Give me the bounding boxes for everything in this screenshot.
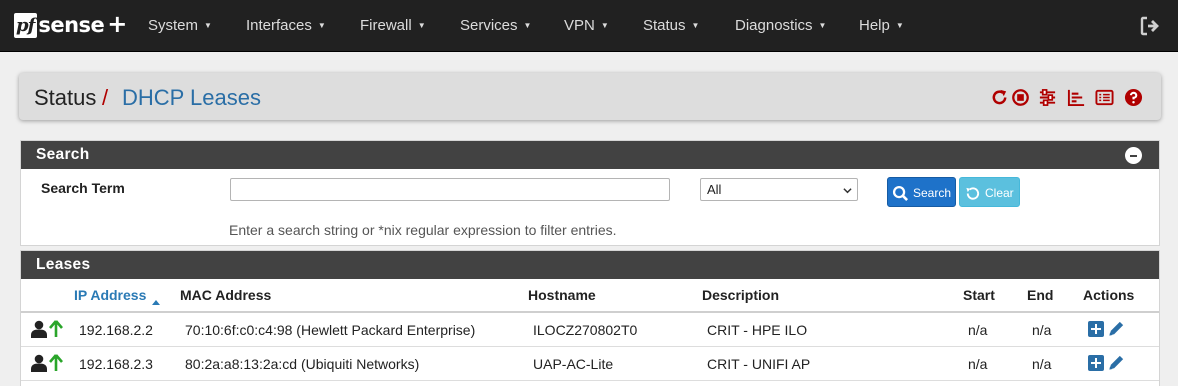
chart-icon[interactable] xyxy=(1067,88,1086,107)
page-title[interactable]: DHCP Leases xyxy=(122,85,261,111)
user-icon xyxy=(31,320,47,338)
column-header-actions: Actions xyxy=(1083,287,1135,303)
add-static-mapping-icon[interactable] xyxy=(1088,355,1104,371)
table-row: 192.168.2.2 70:10:6f:c0:c4:98 (Hewlett P… xyxy=(21,313,1159,347)
menu-vpn-label: VPN xyxy=(564,17,595,34)
lease-ip: 192.168.2.2 xyxy=(79,322,153,338)
menu-services-label: Services xyxy=(460,17,518,34)
menu-help-label: Help xyxy=(859,17,890,34)
column-header-start[interactable]: Start xyxy=(963,287,995,303)
undo-icon xyxy=(966,187,980,200)
lease-description: CRIT - UNIFI AP xyxy=(707,356,811,372)
edit-pencil-icon[interactable] xyxy=(1107,353,1126,372)
breadcrumb-separator: / xyxy=(102,85,109,110)
sort-ascending-icon xyxy=(152,300,160,305)
menu-interfaces[interactable]: Interfaces ▼ xyxy=(246,0,326,52)
logout-icon[interactable] xyxy=(1138,14,1162,38)
caret-down-icon: ▼ xyxy=(691,21,700,30)
search-input[interactable] xyxy=(230,178,670,201)
menu-firewall[interactable]: Firewall ▼ xyxy=(360,0,426,52)
search-button[interactable]: Search xyxy=(887,177,956,207)
row-divider xyxy=(21,380,1159,381)
search-button-label: Search xyxy=(913,186,952,200)
search-help-text: Enter a search string or *nix regular ex… xyxy=(229,222,617,238)
column-header-hostname[interactable]: Hostname xyxy=(528,287,596,303)
search-panel-title: Search xyxy=(36,146,90,163)
help-icon[interactable] xyxy=(1124,88,1143,107)
clear-button-label: Clear xyxy=(985,186,1014,200)
lease-hostname: ILOCZ270802T0 xyxy=(533,322,638,338)
filter-select-value: All xyxy=(707,182,722,197)
menu-status[interactable]: Status ▼ xyxy=(643,0,699,52)
menu-help[interactable]: Help ▼ xyxy=(859,0,904,52)
refresh-icon[interactable] xyxy=(990,88,1009,107)
lease-description: CRIT - HPE ILO xyxy=(707,322,808,338)
menu-diagnostics[interactable]: Diagnostics ▼ xyxy=(735,0,826,52)
menu-firewall-label: Firewall xyxy=(360,17,412,34)
leases-panel-header: Leases xyxy=(21,251,1159,279)
logo-pf-badge: pf xyxy=(14,12,38,38)
search-term-label: Search Term xyxy=(41,180,125,196)
table-row: 192.168.2.3 80:2a:a8:13:2a:cd (Ubiquiti … xyxy=(21,347,1159,381)
breadcrumb-section: Status xyxy=(34,85,97,110)
add-static-mapping-icon[interactable] xyxy=(1088,321,1104,337)
menu-services[interactable]: Services ▼ xyxy=(460,0,531,52)
collapse-icon[interactable] xyxy=(1125,147,1142,164)
column-header-mac[interactable]: MAC Address xyxy=(180,287,271,303)
caret-down-icon: ▼ xyxy=(818,21,827,30)
clear-button[interactable]: Clear xyxy=(959,177,1020,207)
caret-down-icon: ▼ xyxy=(317,21,326,30)
menu-system[interactable]: System ▼ xyxy=(148,0,212,52)
lease-start: n/a xyxy=(968,356,988,372)
logo-plus-text: + xyxy=(107,10,128,38)
search-icon xyxy=(892,185,909,202)
settings-sliders-icon[interactable] xyxy=(1038,88,1057,107)
log-list-icon[interactable] xyxy=(1095,88,1114,107)
chevron-down-icon xyxy=(843,188,852,194)
menu-interfaces-label: Interfaces xyxy=(246,17,312,34)
caret-down-icon: ▼ xyxy=(417,21,426,30)
caret-down-icon: ▼ xyxy=(204,21,212,30)
lease-start: n/a xyxy=(968,322,988,338)
column-header-description[interactable]: Description xyxy=(702,287,779,303)
breadcrumb: Status / DHCP Leases xyxy=(19,73,1161,120)
menu-status-label: Status xyxy=(643,17,686,34)
leases-panel-title: Leases xyxy=(36,256,91,273)
online-arrow-up-icon xyxy=(49,320,63,337)
caret-down-icon: ▼ xyxy=(523,21,532,30)
caret-down-icon: ▼ xyxy=(600,21,609,30)
pfsense-logo[interactable]: pf sense + xyxy=(14,10,128,39)
menu-diagnostics-label: Diagnostics xyxy=(735,17,813,34)
lease-ip: 192.168.2.3 xyxy=(79,356,153,372)
top-navbar: pf sense + System ▼ Interfaces ▼ Firewall ▼… xyxy=(0,0,1178,52)
lease-mac: 80:2a:a8:13:2a:cd (Ubiquiti Networks) xyxy=(185,356,420,372)
edit-pencil-icon[interactable] xyxy=(1107,319,1126,338)
lease-mac: 70:10:6f:c0:c4:98 (Hewlett Packard Enter… xyxy=(185,322,476,338)
column-header-end[interactable]: End xyxy=(1027,287,1053,303)
user-icon xyxy=(31,354,47,372)
stop-icon[interactable] xyxy=(1011,88,1030,107)
lease-end: n/a xyxy=(1032,322,1052,338)
lease-end: n/a xyxy=(1032,356,1052,372)
menu-system-label: System xyxy=(148,17,199,34)
column-header-ip[interactable]: IP Address xyxy=(74,287,146,303)
online-arrow-up-icon xyxy=(49,354,63,371)
menu-vpn[interactable]: VPN ▼ xyxy=(564,0,609,52)
search-panel: Search Search Term All Search Clear Ente… xyxy=(20,140,1160,246)
search-panel-header: Search xyxy=(21,141,1159,169)
lease-hostname: UAP-AC-Lite xyxy=(533,356,614,372)
filter-select[interactable]: All xyxy=(700,178,858,201)
caret-down-icon: ▼ xyxy=(895,21,904,30)
logo-sense-text: sense xyxy=(38,13,105,37)
leases-panel: Leases IP Address MAC Address Hostname D… xyxy=(20,250,1160,386)
